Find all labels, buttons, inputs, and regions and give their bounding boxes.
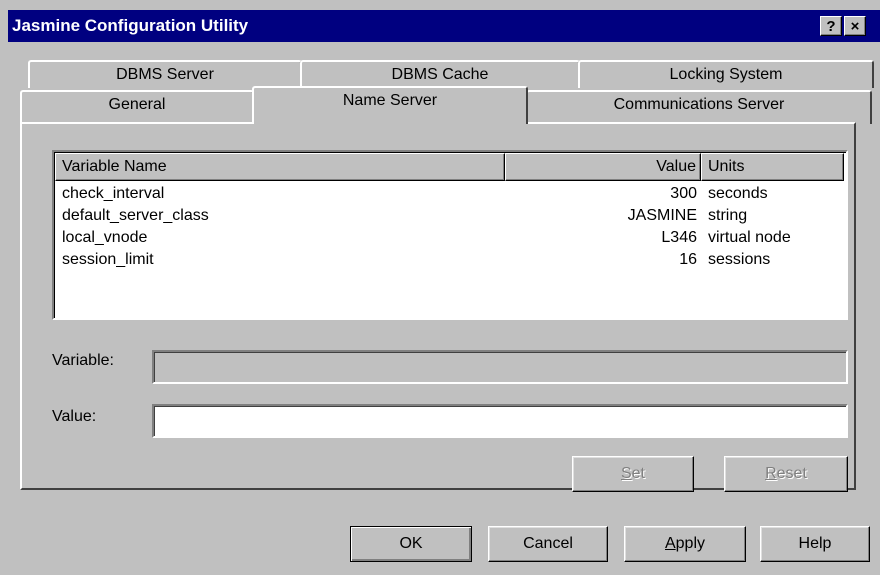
column-header-variable-name[interactable]: Variable Name	[55, 153, 505, 181]
column-header-units[interactable]: Units	[701, 153, 844, 181]
apply-mnemonic: A	[664, 535, 676, 552]
table-row[interactable]: local_vnode L346 virtual node	[54, 227, 844, 249]
help-icon[interactable]: ?	[820, 16, 842, 36]
tab-general[interactable]: General	[20, 90, 254, 124]
cell-variable-name: check_interval	[62, 185, 165, 202]
table-row[interactable]: check_interval 300 seconds	[54, 183, 844, 205]
cancel-button[interactable]: Cancel	[488, 526, 608, 562]
help-button[interactable]: Help	[760, 526, 870, 562]
tab-communications-server[interactable]: Communications Server	[526, 90, 872, 124]
cell-value: JASMINE	[627, 207, 697, 224]
value-label: Value:	[52, 408, 97, 425]
reset-label: eset	[776, 465, 807, 482]
cell-value: 300	[670, 185, 697, 202]
variable-label: Variable:	[52, 352, 114, 369]
window-title: Jasmine Configuration Utility	[12, 16, 249, 35]
set-label: et	[631, 465, 645, 482]
cell-value: 16	[679, 251, 697, 268]
table-row[interactable]: default_server_class JASMINE string	[54, 205, 844, 227]
cell-units: virtual node	[708, 229, 791, 246]
reset-mnemonic: R	[765, 465, 777, 482]
set-mnemonic: S	[620, 465, 632, 482]
tab-dbms-server[interactable]: DBMS Server	[28, 60, 302, 88]
set-button[interactable]: Set	[572, 456, 694, 492]
apply-label: pply	[675, 535, 706, 552]
cell-units: string	[708, 207, 748, 224]
variables-list[interactable]: Variable Name Value Units check_interval…	[52, 150, 848, 320]
title-bar[interactable]: Jasmine Configuration Utility ? ×	[8, 10, 880, 42]
column-header-value[interactable]: Value	[505, 153, 701, 181]
variable-field[interactable]	[152, 350, 848, 384]
close-icon[interactable]: ×	[844, 16, 866, 36]
dialog-window: Jasmine Configuration Utility ? × DBMS S…	[0, 0, 880, 575]
cell-variable-name: local_vnode	[62, 229, 148, 246]
cell-units: sessions	[708, 251, 771, 268]
apply-button[interactable]: Apply	[624, 526, 746, 562]
table-row[interactable]: session_limit 16 sessions	[54, 249, 844, 271]
tab-dbms-cache[interactable]: DBMS Cache	[300, 60, 580, 88]
cell-value: L346	[661, 229, 697, 246]
ok-button[interactable]: OK	[350, 526, 472, 562]
value-field[interactable]	[152, 404, 848, 438]
cell-units: seconds	[708, 185, 768, 202]
tab-locking-system[interactable]: Locking System	[578, 60, 874, 88]
tab-name-server[interactable]: Name Server	[252, 86, 528, 124]
reset-button[interactable]: Reset	[724, 456, 848, 492]
cell-variable-name: session_limit	[62, 251, 154, 268]
cell-variable-name: default_server_class	[62, 207, 209, 224]
